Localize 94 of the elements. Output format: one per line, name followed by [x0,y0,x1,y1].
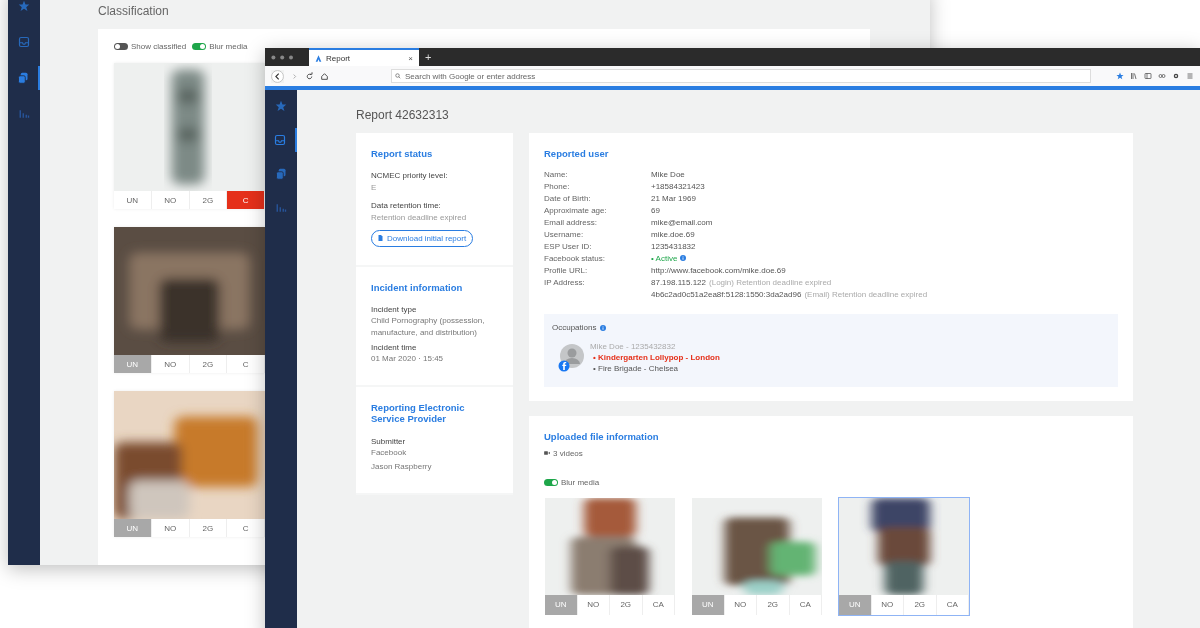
field-label: Username: [544,229,585,239]
toggle-label: Show classified [131,42,187,51]
class-button[interactable]: C [227,519,265,537]
document-icon [378,235,383,242]
class-button[interactable]: NO [151,355,190,373]
field-value: Jason Raspberry [371,461,433,473]
field-value: Mike Doe [651,169,685,179]
class-button[interactable]: NO [151,519,190,537]
toggle-switch[interactable] [544,478,558,486]
field-value: http://www.facebook.com/mike.doe.69 [651,265,786,275]
status-text: • Active [651,253,678,263]
section-title: Reported user [544,148,610,160]
field-note: (Email) Retention deadline expired [804,289,928,299]
field-label: NCMEC priority level: [371,171,449,181]
menu-icon[interactable] [1186,72,1194,80]
field-label: Data retention time: [371,201,442,210]
chart-icon[interactable] [275,202,287,214]
field-label: Phone: [544,181,571,191]
field-label: Profile URL: [544,265,589,275]
media-card[interactable]: UN NO 2G CA [691,496,823,616]
toggle-switch[interactable] [192,43,207,50]
avatar-icon [558,343,584,372]
field-value: 4b6c2ad0c51a2ea8f:5128:1550:3da2ad96 [651,289,802,299]
file-count: 3 videos [553,448,583,458]
browser-tab[interactable]: Report × [309,48,419,66]
chart-icon[interactable] [18,108,30,120]
toggle-switch[interactable] [114,43,128,50]
section-title: Uploaded file information [544,431,660,443]
field-value: 87.198.115.122 [651,277,706,287]
tab-title: Report [326,53,351,63]
info-icon[interactable] [600,324,607,331]
field-value: +18584321423 [651,181,705,191]
star-icon[interactable] [18,0,30,12]
inbox-icon[interactable] [274,134,286,146]
home-icon[interactable] [320,71,329,81]
occupation-item: • Kindergarten Lollypop - London [592,353,720,363]
star-icon[interactable] [1116,72,1124,80]
media-card[interactable]: UN NO 2G CA [544,496,676,616]
field-label: Submitter [371,436,407,446]
field-label: Facebook status: [544,253,606,263]
section-title: Reporting Electronic Service Provider [371,401,466,425]
section-title: Report status [371,148,434,160]
logo-icon [315,54,322,62]
media-card[interactable]: UN NO 2G CA [838,496,970,616]
field-value: E [371,182,378,194]
class-button[interactable]: NO [151,191,190,209]
field-label: Email address: [544,217,598,227]
class-button[interactable]: C [227,355,265,373]
toggle-label: Blur media [561,477,600,487]
class-button[interactable]: 2G [189,191,228,209]
library-icon[interactable] [1130,72,1138,80]
class-button[interactable]: C [227,191,265,209]
layers-icon[interactable] [17,72,29,84]
field-value: 1235431832 [651,241,696,251]
field-value: 69 [651,205,660,215]
close-tab-button[interactable]: × [408,53,413,63]
field-value: mike.doe.69 [651,229,695,239]
address-field[interactable]: Search with Google or enter address [391,69,1091,83]
field-value: mike@email.com [651,217,713,227]
back-icon[interactable] [271,69,284,83]
toggle-label: Blur media [209,42,248,51]
field-value: Retention deadline expired [371,212,468,224]
info-icon[interactable] [680,255,687,262]
inbox-icon[interactable] [18,36,30,48]
field-label: Incident time [371,343,418,353]
panel-title: Occupations [552,323,597,333]
search-icon [395,73,401,79]
layers-icon[interactable] [275,168,287,180]
class-button[interactable]: UN [114,191,152,209]
new-tab-button[interactable]: + [419,48,438,66]
page-title: Classification [98,4,170,18]
reload-icon[interactable] [305,71,314,81]
field-label: IP Address: [544,277,586,287]
field-value: Facebook [371,446,408,459]
field-value: 01 Mar 2020 · 15:45 [371,353,445,365]
field-label: Incident type [371,304,418,314]
window-controls-icon[interactable] [271,55,295,60]
person-id: Mike Doe - 1235432832 [590,342,677,352]
field-label: ESP User ID: [544,241,593,251]
field-label: Approximate age: [544,205,608,215]
field-value: Child Pornography (possession, manufacture, and distribution) [371,314,486,339]
field-note: (Login) Retention deadline expired [709,277,832,287]
star-icon[interactable] [275,100,287,112]
class-button[interactable]: 2G [189,355,228,373]
field-label: Date of Birth: [544,193,592,203]
page-title: Report 42632313 [356,108,450,122]
field-label: Name: [544,169,569,179]
sidebar-icon[interactable] [1144,72,1152,80]
field-value: 21 Mar 1969 [651,193,696,203]
download-button[interactable]: Download initial report [371,229,474,247]
class-button[interactable]: 2G [189,519,228,537]
occupation-item: • Fire Brigade - Chelsea [592,364,680,374]
video-icon [544,451,550,456]
section-title: Incident information [371,281,464,293]
